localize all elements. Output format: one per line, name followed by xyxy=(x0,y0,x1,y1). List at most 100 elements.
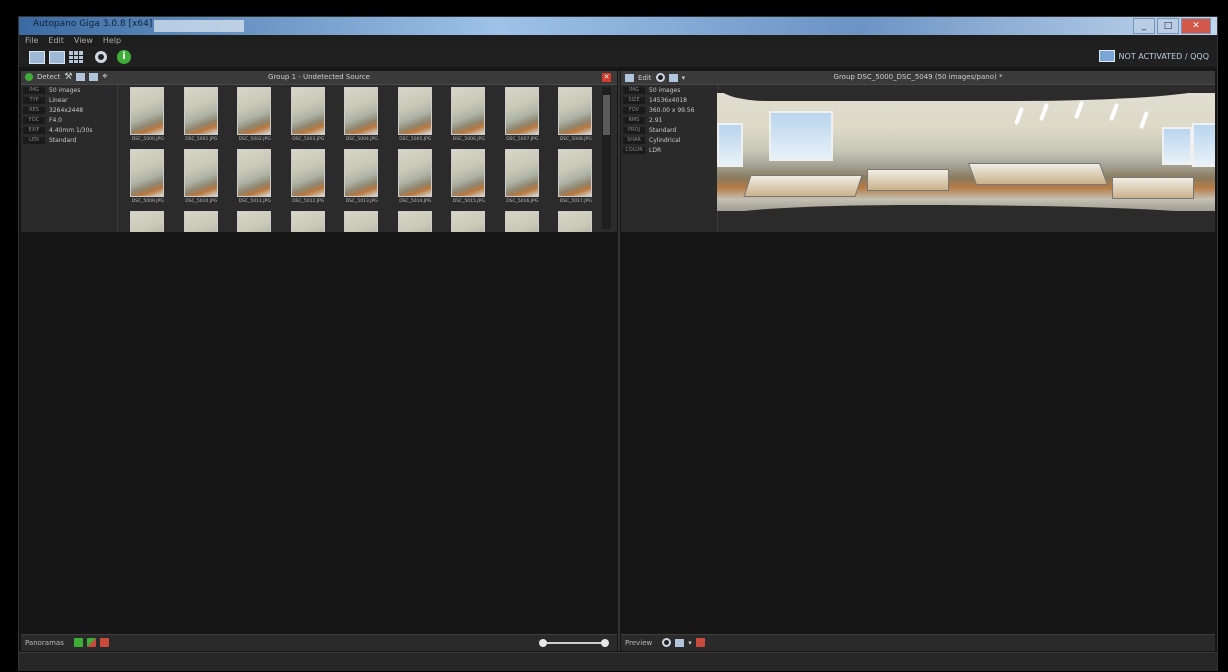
image-thumbnail[interactable]: DSC_5009.JPG xyxy=(121,149,175,211)
remove-icon[interactable] xyxy=(99,638,109,647)
right-pane-header: Edit ▾ Group DSC_5000_DSC_5049 (50 image… xyxy=(621,71,1215,85)
image-thumbnail[interactable]: DSC_5008.JPG xyxy=(549,87,599,149)
property-label: IMG xyxy=(23,87,45,94)
minimize-button[interactable]: _ xyxy=(1133,18,1155,34)
remove-icon[interactable] xyxy=(695,638,705,647)
image-thumbnail[interactable]: DSC_5019.JPG xyxy=(175,211,229,232)
thumbnail-image xyxy=(397,211,432,232)
thumbnail-image xyxy=(290,87,325,135)
status-bar xyxy=(19,652,1217,671)
image-thumbnail[interactable]: DSC_5015.JPG xyxy=(442,149,496,211)
merge-icon[interactable] xyxy=(86,638,96,647)
thumbnail-filename: DSC_5017.JPG xyxy=(559,199,592,204)
property-value: 14536x4018 xyxy=(649,97,687,104)
panorama-edge xyxy=(717,93,1215,101)
panorama-preview-image[interactable] xyxy=(717,93,1215,211)
thumbnail-filename: DSC_5002.JPG xyxy=(238,137,271,142)
property-label: RMS xyxy=(623,117,645,124)
thumbnail-image xyxy=(504,149,539,197)
property-label: FOC xyxy=(23,117,45,124)
property-row: TYP Linear xyxy=(21,96,117,105)
image-thumbnail[interactable]: DSC_5025.JPG xyxy=(496,211,550,232)
image-thumbnail[interactable]: DSC_5005.JPG xyxy=(389,87,443,149)
slider-track xyxy=(543,642,605,644)
gear-icon xyxy=(95,51,107,63)
image-thumbnail[interactable]: DSC_5021.JPG xyxy=(282,211,336,232)
gear-icon[interactable] xyxy=(662,638,672,647)
image-thumbnail[interactable]: DSC_5011.JPG xyxy=(228,149,282,211)
thumbnail-image xyxy=(183,87,218,135)
chevron-down-icon[interactable]: ▾ xyxy=(688,639,692,647)
property-label: LEN xyxy=(23,137,45,144)
close-group-icon[interactable]: ✕ xyxy=(602,73,611,82)
thumbnail-image xyxy=(558,87,592,135)
property-label: SIZE xyxy=(623,97,645,104)
settings-button[interactable] xyxy=(95,50,107,64)
scrollbar-thumb[interactable] xyxy=(603,95,610,135)
main-toolbar: i NOT ACTIVATED / QQQ xyxy=(19,47,1217,67)
image-thumbnail[interactable]: DSC_5016.JPG xyxy=(496,149,550,211)
batch-button[interactable] xyxy=(69,50,83,64)
group-title: Group 1 - Undetected Source xyxy=(268,73,370,81)
image-thumbnail[interactable]: DSC_5010.JPG xyxy=(175,149,229,211)
activation-text: NOT ACTIVATED / QQQ xyxy=(1118,51,1209,61)
property-label: COLOR xyxy=(623,147,645,154)
thumbnail-filename: DSC_5003.JPG xyxy=(292,137,325,142)
thumbnail-filename: DSC_5015.JPG xyxy=(452,199,485,204)
thumbnail-image xyxy=(183,149,218,197)
maximize-button[interactable]: □ xyxy=(1157,18,1179,34)
pane-divider[interactable] xyxy=(618,71,620,651)
image-thumbnail[interactable]: DSC_5012.JPG xyxy=(282,149,336,211)
image-thumbnail[interactable]: DSC_5014.JPG xyxy=(389,149,443,211)
image-thumbnail[interactable]: DSC_5000.JPG xyxy=(121,87,175,149)
image-thumbnail[interactable]: DSC_5003.JPG xyxy=(282,87,336,149)
property-value: 3264x2448 xyxy=(49,107,84,114)
image-thumbnail[interactable]: DSC_5001.JPG xyxy=(175,87,229,149)
image-thumbnail[interactable]: DSC_5020.JPG xyxy=(228,211,282,232)
image-thumbnail[interactable]: DSC_5023.JPG xyxy=(389,211,443,232)
property-row: RMS 2.91 xyxy=(621,116,717,125)
menu-view[interactable]: View xyxy=(74,35,93,47)
image-thumbnail[interactable]: DSC_5004.JPG xyxy=(335,87,389,149)
close-button[interactable]: ✕ xyxy=(1181,18,1211,34)
left-pane-header: Detect ⚒ ⌖ Group 1 - Undetected Source ✕ xyxy=(21,71,617,85)
image-thumbnail[interactable]: DSC_5013.JPG xyxy=(335,149,389,211)
import-folder-button[interactable] xyxy=(49,50,65,64)
property-value: LDR xyxy=(649,147,662,154)
property-row: RES 3264x2448 xyxy=(21,106,117,115)
render-icon[interactable] xyxy=(675,638,685,647)
menu-edit[interactable]: Edit xyxy=(48,35,64,47)
desk-shape xyxy=(867,169,949,191)
thumbnail-filename: DSC_5010.JPG xyxy=(185,199,218,204)
image-thumbnail[interactable]: DSC_5024.JPG xyxy=(442,211,496,232)
thumbnail-image xyxy=(558,149,592,197)
add-icon[interactable] xyxy=(73,638,83,647)
thumbnail-size-slider[interactable] xyxy=(539,639,609,647)
open-images-button[interactable] xyxy=(29,50,45,64)
window-title: Autopano Giga 3.0.8 [x64] xyxy=(33,19,153,29)
image-thumbnail[interactable]: DSC_5002.JPG xyxy=(228,87,282,149)
thumbnail-filename: DSC_5011.JPG xyxy=(238,199,271,204)
menu-help[interactable]: Help xyxy=(103,35,121,47)
title-bar[interactable]: Autopano Giga 3.0.8 [x64] _ □ ✕ xyxy=(19,17,1217,35)
image-thumbnail[interactable]: DSC_5007.JPG xyxy=(496,87,550,149)
image-thumbnail[interactable]: DSC_5006.JPG xyxy=(442,87,496,149)
property-value: Linear xyxy=(49,97,68,104)
thumbnail-filename: DSC_5013.JPG xyxy=(345,199,378,204)
thumbnail-image xyxy=(183,211,218,232)
menu-file[interactable]: File xyxy=(25,35,38,47)
slider-min-handle[interactable] xyxy=(539,639,547,647)
property-row: IMG 50 images xyxy=(21,86,117,95)
activation-status[interactable]: NOT ACTIVATED / QQQ xyxy=(1098,50,1209,62)
image-thumbnail[interactable]: DSC_5017.JPG xyxy=(549,149,599,211)
info-button[interactable]: i xyxy=(117,50,131,64)
ceiling-light xyxy=(1139,110,1149,130)
panorama-edge xyxy=(717,205,1215,211)
image-thumbnail[interactable]: DSC_5022.JPG xyxy=(335,211,389,232)
image-thumbnail[interactable]: DSC_5018.JPG xyxy=(121,211,175,232)
ceiling-light xyxy=(1074,100,1084,120)
slider-max-handle[interactable] xyxy=(601,639,609,647)
thumbnail-scrollbar[interactable] xyxy=(602,87,611,229)
panoramas-bar: Panoramas xyxy=(21,634,617,651)
image-thumbnail[interactable]: DSC_5026.JPG xyxy=(549,211,599,232)
